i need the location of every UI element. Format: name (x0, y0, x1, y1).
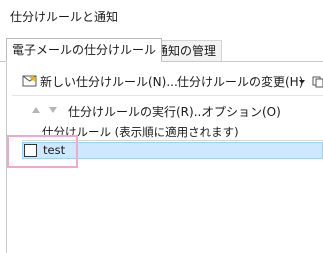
tab-email-rules[interactable]: 電子メールの仕分けルール (6, 38, 163, 62)
new-rule-button[interactable]: 新しい仕分けルール(N)... (40, 73, 178, 91)
options-button[interactable]: オプション(O) (202, 103, 281, 121)
run-rules-button[interactable]: 仕分けルールの実行(R)... (68, 103, 205, 121)
rules-toolbar: 新しい仕分けルール(N)... 仕分けルールの変更(H) (12, 70, 323, 94)
chevron-down-icon[interactable] (299, 80, 305, 84)
tab-strip: 電子メールの仕分けルール 通知の管理 (0, 36, 323, 62)
annotation-highlight-box (7, 135, 78, 168)
move-down-icon[interactable] (49, 107, 57, 113)
dialog-title: 仕分けルールと通知 (10, 10, 119, 24)
change-rule-button[interactable]: 仕分けルールの変更(H) (177, 73, 303, 91)
copy-rule-icon[interactable] (312, 76, 323, 88)
rules-secondary-toolbar: 仕分けルールの実行(R)... オプション(O) (12, 100, 323, 122)
dialog-titlebar: 仕分けルールと通知 (0, 0, 323, 33)
new-rule-icon (22, 74, 37, 87)
toolbar-separator (12, 95, 323, 96)
move-up-icon[interactable] (32, 107, 40, 113)
